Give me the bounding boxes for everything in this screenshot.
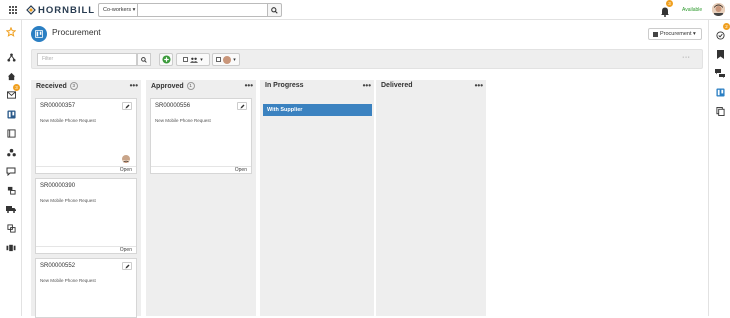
services-icon[interactable] <box>6 185 16 195</box>
owner-filter-button[interactable]: ▾ <box>212 53 240 66</box>
home-icon[interactable] <box>6 71 16 81</box>
chat-bubbles-icon[interactable] <box>715 68 725 78</box>
star-icon[interactable] <box>6 27 16 37</box>
board-toolbar: Filter ▾ ▾ ··· <box>31 49 703 69</box>
logo-text: HORNBILL <box>38 4 96 16</box>
team-filter-button[interactable]: ▾ <box>176 53 210 66</box>
card-description: New Mobile Phone Request <box>40 118 96 123</box>
column-approved: Approved 1 ••• SR00000556 New Mobile Pho… <box>146 80 256 316</box>
add-request-icon <box>161 55 171 64</box>
book-icon[interactable] <box>6 128 16 138</box>
board-icon[interactable] <box>6 109 16 119</box>
column-menu-button[interactable]: ••• <box>130 81 138 90</box>
column-header: Delivered <box>381 82 413 89</box>
column-title: Delivered <box>381 82 413 89</box>
user-avatar[interactable] <box>712 3 725 16</box>
chevron-down-icon: ▾ <box>233 56 236 63</box>
card-description: New Mobile Phone Request <box>155 118 211 123</box>
app-grid-icon[interactable] <box>9 6 17 14</box>
filter-search-button[interactable] <box>137 53 151 66</box>
search-button[interactable] <box>267 3 282 17</box>
team-filter-checkbox[interactable] <box>183 57 189 62</box>
inbox-badge: 3 <box>13 84 20 91</box>
board-icon[interactable] <box>715 87 725 97</box>
column-count-badge: 3 <box>69 82 78 90</box>
column-header: In Progress <box>265 82 304 89</box>
card-edit-button[interactable] <box>122 102 132 110</box>
hornbill-logo-icon <box>26 5 36 15</box>
column-title: Received <box>36 82 67 90</box>
hornbill-logo[interactable]: HORNBILL <box>26 4 95 16</box>
coworkers-select[interactable]: Co-workers ▾ <box>98 3 138 17</box>
documents-icon[interactable] <box>715 106 725 116</box>
left-navigation: 3 <box>0 20 22 316</box>
column-in-progress: In Progress ••• With Supplier <box>260 80 374 316</box>
network-icon[interactable] <box>6 147 16 157</box>
board-view-icon <box>653 31 658 37</box>
owner-avatar <box>223 55 232 64</box>
pencil-icon <box>125 264 129 268</box>
request-card[interactable]: SR00000552 New Mobile Phone Request <box>35 258 137 318</box>
column-menu-button[interactable]: ••• <box>475 81 483 90</box>
column-menu-button[interactable]: ••• <box>363 81 371 90</box>
column-header: Received 3 <box>36 82 78 90</box>
board-view-select[interactable]: Procurement ▾ <box>648 28 702 40</box>
tasks-badge: 2 <box>723 23 730 30</box>
column-count-badge: 1 <box>186 82 195 90</box>
right-navigation: 2 <box>708 20 730 316</box>
card-status: Open <box>36 166 136 173</box>
card-edit-button[interactable] <box>237 102 247 110</box>
owner-filter-checkbox[interactable] <box>216 57 222 62</box>
inbox-icon[interactable] <box>6 90 16 100</box>
pencil-icon <box>240 104 244 108</box>
column-header: Approved 1 <box>151 82 195 90</box>
column-received: Received 3 ••• SR00000357 New Mobile Pho… <box>31 80 141 318</box>
user-status[interactable]: Available <box>682 7 702 13</box>
search-icon <box>271 6 278 14</box>
request-card[interactable]: SR00000390 New Mobile Phone Request Open <box>35 178 137 254</box>
check-circle-icon[interactable] <box>715 30 725 40</box>
column-title: Approved <box>151 82 184 90</box>
card-status: Open <box>36 246 136 253</box>
add-request-button[interactable] <box>159 53 173 66</box>
notification-count-badge: 3 <box>666 0 673 7</box>
page-title: Procurement <box>52 27 101 37</box>
transfer-icon[interactable] <box>6 223 16 233</box>
card-description: New Mobile Phone Request <box>40 278 96 283</box>
card-id[interactable]: SR00000390 <box>40 183 75 189</box>
org-chart-icon[interactable] <box>6 52 16 62</box>
card-edit-button[interactable] <box>122 262 132 270</box>
assignee-avatar <box>122 155 130 163</box>
card-status: Open <box>151 166 251 173</box>
bookmark-icon[interactable] <box>715 49 725 59</box>
board-view-label: Procurement ▾ <box>660 31 696 37</box>
toolbar-more-button[interactable]: ··· <box>682 54 691 61</box>
truck-icon[interactable] <box>6 204 16 214</box>
top-bar: HORNBILL Co-workers ▾ 3 Available <box>0 0 730 20</box>
filter-input[interactable]: Filter <box>37 53 137 66</box>
card-id[interactable]: SR00000357 <box>40 103 75 109</box>
card-id[interactable]: SR00000556 <box>155 103 190 109</box>
search-icon <box>141 56 147 63</box>
request-card[interactable]: SR00000357 New Mobile Phone Request Open <box>35 98 137 174</box>
procurement-app-icon <box>31 26 47 42</box>
coworkers-search-input[interactable] <box>138 3 268 17</box>
pencil-icon <box>125 104 129 108</box>
column-delivered: Delivered ••• <box>376 80 486 316</box>
card-description: New Mobile Phone Request <box>40 198 96 203</box>
column-title: In Progress <box>265 82 304 89</box>
column-menu-button[interactable]: ••• <box>245 81 253 90</box>
card-id[interactable]: SR00000552 <box>40 263 75 269</box>
request-card[interactable]: SR00000556 New Mobile Phone Request Open <box>150 98 252 174</box>
org-icon[interactable] <box>6 242 16 252</box>
with-supplier-lane[interactable]: With Supplier <box>263 104 372 116</box>
team-icon <box>190 57 199 63</box>
chevron-down-icon: ▾ <box>200 56 203 63</box>
chat-icon[interactable] <box>6 166 16 176</box>
